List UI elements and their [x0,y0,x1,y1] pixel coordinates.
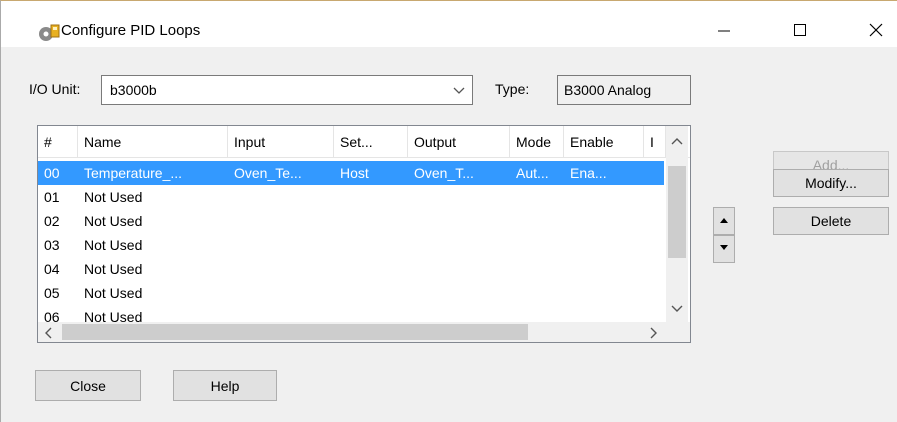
triangle-down-icon [719,244,729,254]
column-header-input[interactable]: Input [228,126,334,158]
column-header-name[interactable]: Name [78,126,228,158]
scroll-up-icon[interactable] [670,134,684,150]
row-name: Not Used [84,237,143,253]
row-number: 03 [44,237,60,253]
column-header-output[interactable]: Output [408,126,510,158]
row-mode: Aut... [516,165,549,181]
triangle-up-icon [719,216,729,226]
scroll-down-icon[interactable] [670,302,684,318]
row-number: 05 [44,285,60,301]
row-name: Not Used [84,261,143,277]
column-header-setpoint[interactable]: Set... [334,126,408,158]
row-number: 00 [44,165,60,181]
table-row[interactable]: 03 Not Used [38,233,664,257]
table-row[interactable]: 04 Not Used [38,257,664,281]
close-window-button[interactable] [853,13,897,47]
row-number: 01 [44,189,60,205]
minimize-button[interactable] [701,13,747,47]
vertical-scroll-thumb[interactable] [668,166,686,258]
type-value: B3000 Analog [564,82,652,98]
io-unit-combobox[interactable]: b3000b [101,75,473,105]
maximize-button[interactable] [777,13,823,47]
title-bar: Configure PID Loops [1,1,897,47]
row-number: 04 [44,261,60,277]
close-button[interactable]: Close [35,370,141,401]
scrollbar-corner [666,322,690,342]
row-enable: Ena... [570,165,607,181]
horizontal-scroll-thumb[interactable] [62,324,528,340]
row-number: 02 [44,213,60,229]
row-name: Not Used [84,213,143,229]
configure-pid-loops-window: Configure PID Loops I/O Unit: b3000b Typ… [0,0,897,422]
delete-button[interactable]: Delete [773,207,889,235]
table-row[interactable]: 01 Not Used [38,185,664,209]
window-title: Configure PID Loops [61,22,201,39]
table-row[interactable]: 00 Temperature_... Oven_Te... Host Oven_… [38,161,664,185]
row-name: Temperature_... [84,165,183,181]
chevron-down-icon[interactable] [452,84,466,100]
pid-loops-list[interactable]: # Name Input Set... Output Mode Enable I… [37,125,691,343]
table-row[interactable]: 02 Not Used [38,209,664,233]
io-unit-value: b3000b [110,82,157,98]
help-button[interactable]: Help [173,370,277,401]
row-output: Oven_T... [414,165,474,181]
move-down-button[interactable] [713,235,735,263]
row-input: Oven_Te... [234,165,302,181]
app-gear-icon [37,23,61,43]
io-unit-label: I/O Unit: [29,81,81,97]
scroll-left-icon[interactable] [42,326,54,342]
type-label: Type: [495,81,530,97]
move-up-button[interactable] [713,207,735,235]
type-field: B3000 Analog [557,75,691,105]
column-header-truncated[interactable]: I [644,126,666,158]
column-header-mode[interactable]: Mode [510,126,564,158]
column-header-enable[interactable]: Enable [564,126,644,158]
row-name: Not Used [84,189,143,205]
scroll-right-icon[interactable] [648,326,660,342]
column-header-number[interactable]: # [38,126,78,158]
row-name: Not Used [84,285,143,301]
list-header: # Name Input Set... Output Mode Enable I [38,126,690,158]
table-row[interactable]: 05 Not Used [38,281,664,305]
modify-button[interactable]: Modify... [773,169,889,197]
row-setpoint: Host [340,165,369,181]
